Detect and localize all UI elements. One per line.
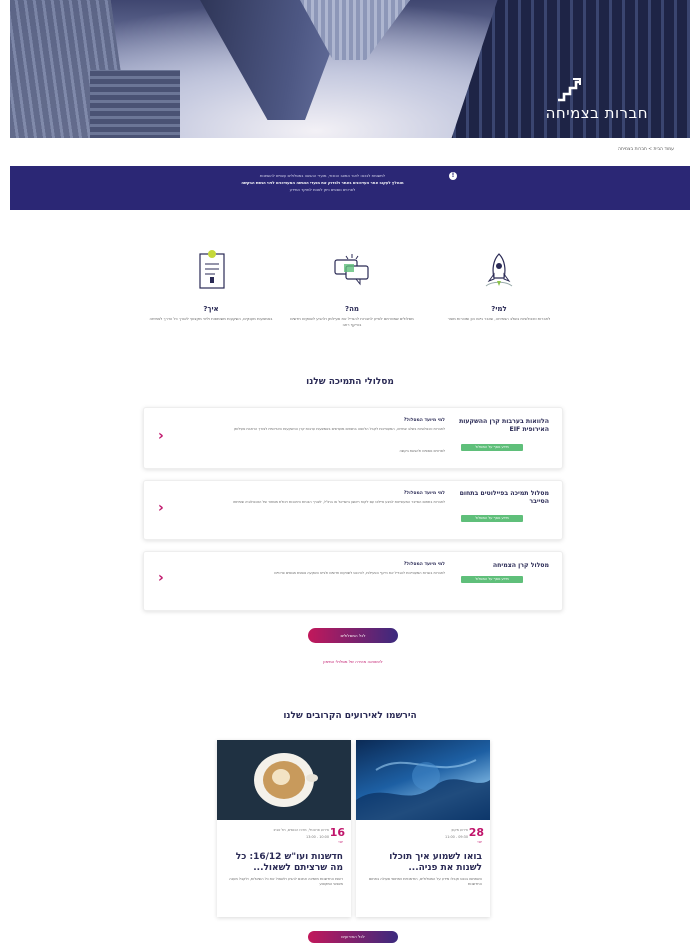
event-meta: 10:00 - 13:00 xyxy=(306,835,329,839)
track-card-description: לחברות טכנולוגיות בשלב צמיחה, המעוניינות… xyxy=(233,427,445,431)
info-icon: ! xyxy=(449,172,457,180)
track-card-subtitle: למי מיועד המסלול? xyxy=(403,491,445,496)
track-card xyxy=(143,407,563,469)
notice-line: לתשומת לבכם: לאור המצב הנוכחי, מועדי ההג… xyxy=(259,173,386,178)
feature-title-what: מה? xyxy=(345,305,359,313)
feature-text-what: מסלולים שמטרתם לסייע לחברות להגדיל את פע… xyxy=(290,316,414,327)
compare-tracks-link[interactable]: להשוואה מהירה של מסלולי המימון xyxy=(290,659,416,664)
event-description: השתתפו בכנס וקבלו מידע על המסלולים, הזדמ… xyxy=(368,877,482,886)
all-events-button[interactable]: לכל האירועים xyxy=(308,931,398,943)
track-more-info-button[interactable]: מידע נוסף על המסלול xyxy=(461,515,523,522)
event-meta: 09:30 - 11:00 xyxy=(445,835,468,839)
chevron-left-icon[interactable]: ‹ xyxy=(158,500,164,516)
notice-line: לפרטים נוספים ניתן לפנות למוקד המידע xyxy=(289,187,356,192)
track-more-info-button[interactable]: מידע נוסף על המסלול xyxy=(461,444,523,451)
feature-title-how: איך? xyxy=(203,305,219,313)
event-card[interactable]: 28 יוני אירוע מקוון 09:30 - 11:00 בואו ל… xyxy=(356,740,490,917)
event-month: יוני xyxy=(338,839,343,844)
document-icon xyxy=(199,250,225,289)
events-section-title: הירשמו לאירועים הקרובים שלנו xyxy=(283,711,417,721)
event-description: רשות החדשנות מזמינה אתכם להגיע ולשאול את… xyxy=(229,877,343,886)
breadcrumb[interactable]: עמוד הבית > חברות בצמיחה xyxy=(618,147,674,152)
chevron-left-icon[interactable]: ‹ xyxy=(158,570,164,586)
track-card xyxy=(143,480,563,540)
track-card-title[interactable]: הלוואות בערבות קרן ההשקעות האירופית EIF xyxy=(459,418,549,434)
track-card-title[interactable]: מסלול קרן הצמיחה xyxy=(459,562,549,570)
event-day: 28 xyxy=(468,826,484,839)
feature-text-who: לחברות טכנולוגיות בשלב הצמיחה, שכבר גייס… xyxy=(447,316,551,321)
chevron-left-icon[interactable]: ‹ xyxy=(158,428,164,444)
event-card[interactable]: 16 יוני אירוע פרונטלי, מרכז הכנסים, תל א… xyxy=(217,740,351,917)
track-card-subtitle: למי מיועד המסלול? xyxy=(403,562,445,567)
event-image xyxy=(217,740,351,820)
hero-building xyxy=(90,70,180,138)
track-card-title[interactable]: מסלול תמיכה בפיילוטים בתחום הסייבר xyxy=(459,490,549,506)
feature-title-who: למי? xyxy=(491,305,507,313)
track-card-subtitle: למי מיועד המסלול? xyxy=(403,418,445,423)
event-month: יוני xyxy=(477,839,482,844)
track-card-description: לחברות בוגרות המעוניינות להגדיל את היקף … xyxy=(274,571,445,575)
notice-line: מומלץ לעקוב אחר העדכונים באתר ולבדוק את … xyxy=(241,180,404,185)
tracks-section-title: מסלולי התמיכה שלנו xyxy=(306,377,394,387)
all-tracks-button[interactable]: לכל המסלולים xyxy=(308,628,398,643)
event-day: 16 xyxy=(329,826,345,839)
page-title: חברות בצמיחה xyxy=(545,104,648,122)
event-meta: אירוע מקוון xyxy=(451,828,468,832)
event-image xyxy=(356,740,490,820)
track-more-info-button[interactable]: מידע נוסף על המסלול xyxy=(461,576,523,583)
feature-text-how: באמצעות מענקים, השקעות משותפות וליווי מק… xyxy=(149,316,273,321)
track-card-description: לפרטים נוספים ולהגשת בקשה xyxy=(399,449,445,453)
event-title[interactable]: חדשנות ועו"ש 16/12: כל מה שרציתם לשאול..… xyxy=(225,852,343,874)
rocket-icon xyxy=(485,253,513,287)
stairs-logo-icon xyxy=(558,78,581,102)
track-card-description: לחברות בתחום הסייבר המעוניינות לבצע פייל… xyxy=(233,500,445,504)
chat-icon xyxy=(334,254,369,286)
event-meta: אירוע פרונטלי, מרכז הכנסים, תל אביב xyxy=(273,828,329,832)
event-title[interactable]: בואו לשמוע איך תוכלו לשנות את פניה... xyxy=(364,852,482,874)
